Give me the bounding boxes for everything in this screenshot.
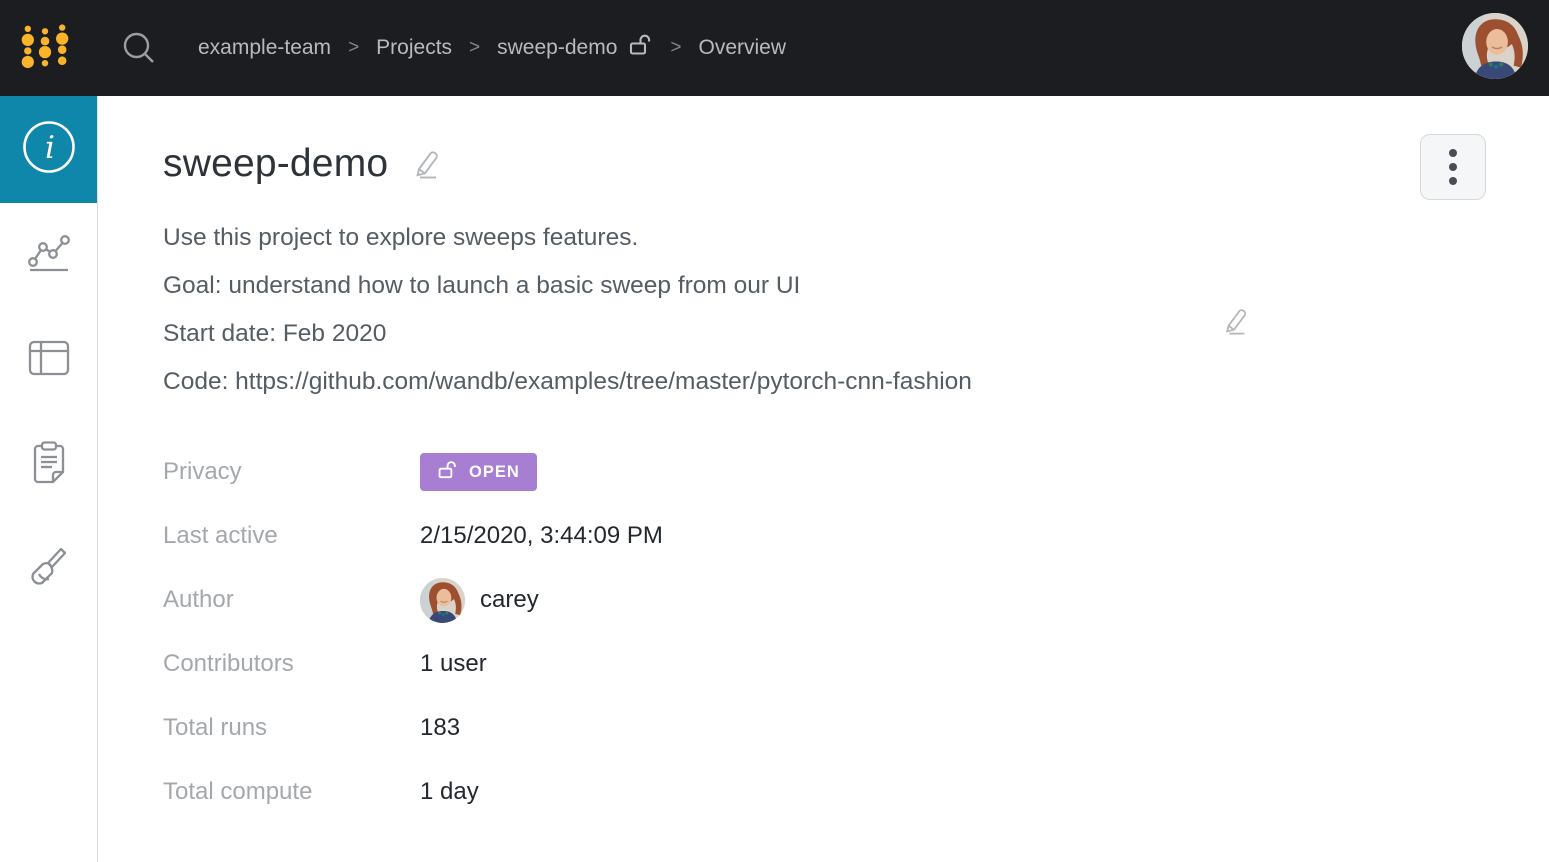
breadcrumb-project-label: sweep-demo <box>497 36 618 59</box>
page-title: sweep-demo <box>163 142 389 185</box>
wandb-logo-icon[interactable] <box>18 21 72 76</box>
unlock-icon <box>437 459 459 486</box>
topbar: example-team > Projects > sweep-demo > O… <box>0 0 1549 96</box>
detail-row-total-compute: Total compute 1 day <box>163 760 1549 824</box>
sidebar-item-table[interactable] <box>0 308 97 413</box>
total-runs-value: 183 <box>420 714 461 741</box>
detail-label: Total runs <box>163 714 268 741</box>
breadcrumb-separator: > <box>348 37 360 58</box>
search-icon[interactable] <box>122 31 156 65</box>
detail-row-author: Author carey <box>163 568 1549 632</box>
detail-row-last-active: Last active 2/15/2020, 3:44:09 PM <box>163 504 1549 568</box>
description-line: Code: https://github.com/wandb/examples/… <box>163 368 972 395</box>
sidebar-item-reports[interactable] <box>0 413 97 518</box>
sidebar-item-overview[interactable]: i <box>0 96 97 203</box>
breadcrumb-separator: > <box>670 37 682 58</box>
privacy-badge-label: OPEN <box>469 462 520 481</box>
sidebar-item-workspace[interactable] <box>0 203 97 308</box>
sidebar-item-sweeps[interactable] <box>0 518 97 623</box>
broom-icon <box>27 545 71 596</box>
detail-row-privacy: Privacy OPEN <box>163 440 1549 504</box>
sidebar: i <box>0 96 98 862</box>
detail-label: Author <box>163 586 234 613</box>
edit-description-pencil-icon[interactable] <box>1222 306 1250 336</box>
total-compute-value: 1 day <box>420 778 479 805</box>
description-line: Goal: understand how to launch a basic s… <box>163 272 801 299</box>
last-active-value: 2/15/2020, 3:44:09 PM <box>420 522 663 549</box>
project-description: Use this project to explore sweeps featu… <box>163 214 1549 406</box>
author-avatar[interactable] <box>420 577 465 623</box>
breadcrumb-team[interactable]: example-team <box>198 36 331 60</box>
detail-label: Contributors <box>163 650 294 677</box>
info-icon: i <box>21 119 77 180</box>
breadcrumb-project[interactable]: sweep-demo <box>497 32 653 64</box>
title-row: sweep-demo <box>163 142 1549 186</box>
description-line: Start date: Feb 2020 <box>163 320 387 347</box>
project-details-table: Privacy OPEN Last active 2/15/2020, 3:44… <box>163 440 1549 824</box>
line-chart-icon <box>26 233 72 278</box>
edit-title-pencil-icon[interactable] <box>412 148 442 180</box>
description-line: Use this project to explore sweeps featu… <box>163 224 639 251</box>
detail-label: Privacy <box>163 458 242 485</box>
detail-label: Last active <box>163 522 278 549</box>
detail-row-contributors: Contributors 1 user <box>163 632 1549 696</box>
user-avatar[interactable] <box>1462 13 1528 79</box>
privacy-open-badge[interactable]: OPEN <box>420 453 537 491</box>
breadcrumb-overview[interactable]: Overview <box>698 36 786 60</box>
breadcrumb: example-team > Projects > sweep-demo > O… <box>198 32 786 64</box>
contributors-value: 1 user <box>420 650 487 677</box>
detail-label: Total compute <box>163 778 313 805</box>
breadcrumb-separator: > <box>469 37 481 58</box>
project-menu-kebab-button[interactable] <box>1420 134 1486 200</box>
project-overview-panel: sweep-demo Use this project to explore s… <box>98 96 1549 862</box>
author-name[interactable]: carey <box>480 586 539 614</box>
detail-row-total-runs: Total runs 183 <box>163 696 1549 760</box>
unlock-icon <box>627 32 653 64</box>
breadcrumb-projects[interactable]: Projects <box>376 36 452 60</box>
table-icon <box>26 338 72 383</box>
svg-text:i: i <box>45 130 55 166</box>
clipboard-icon <box>28 440 70 491</box>
